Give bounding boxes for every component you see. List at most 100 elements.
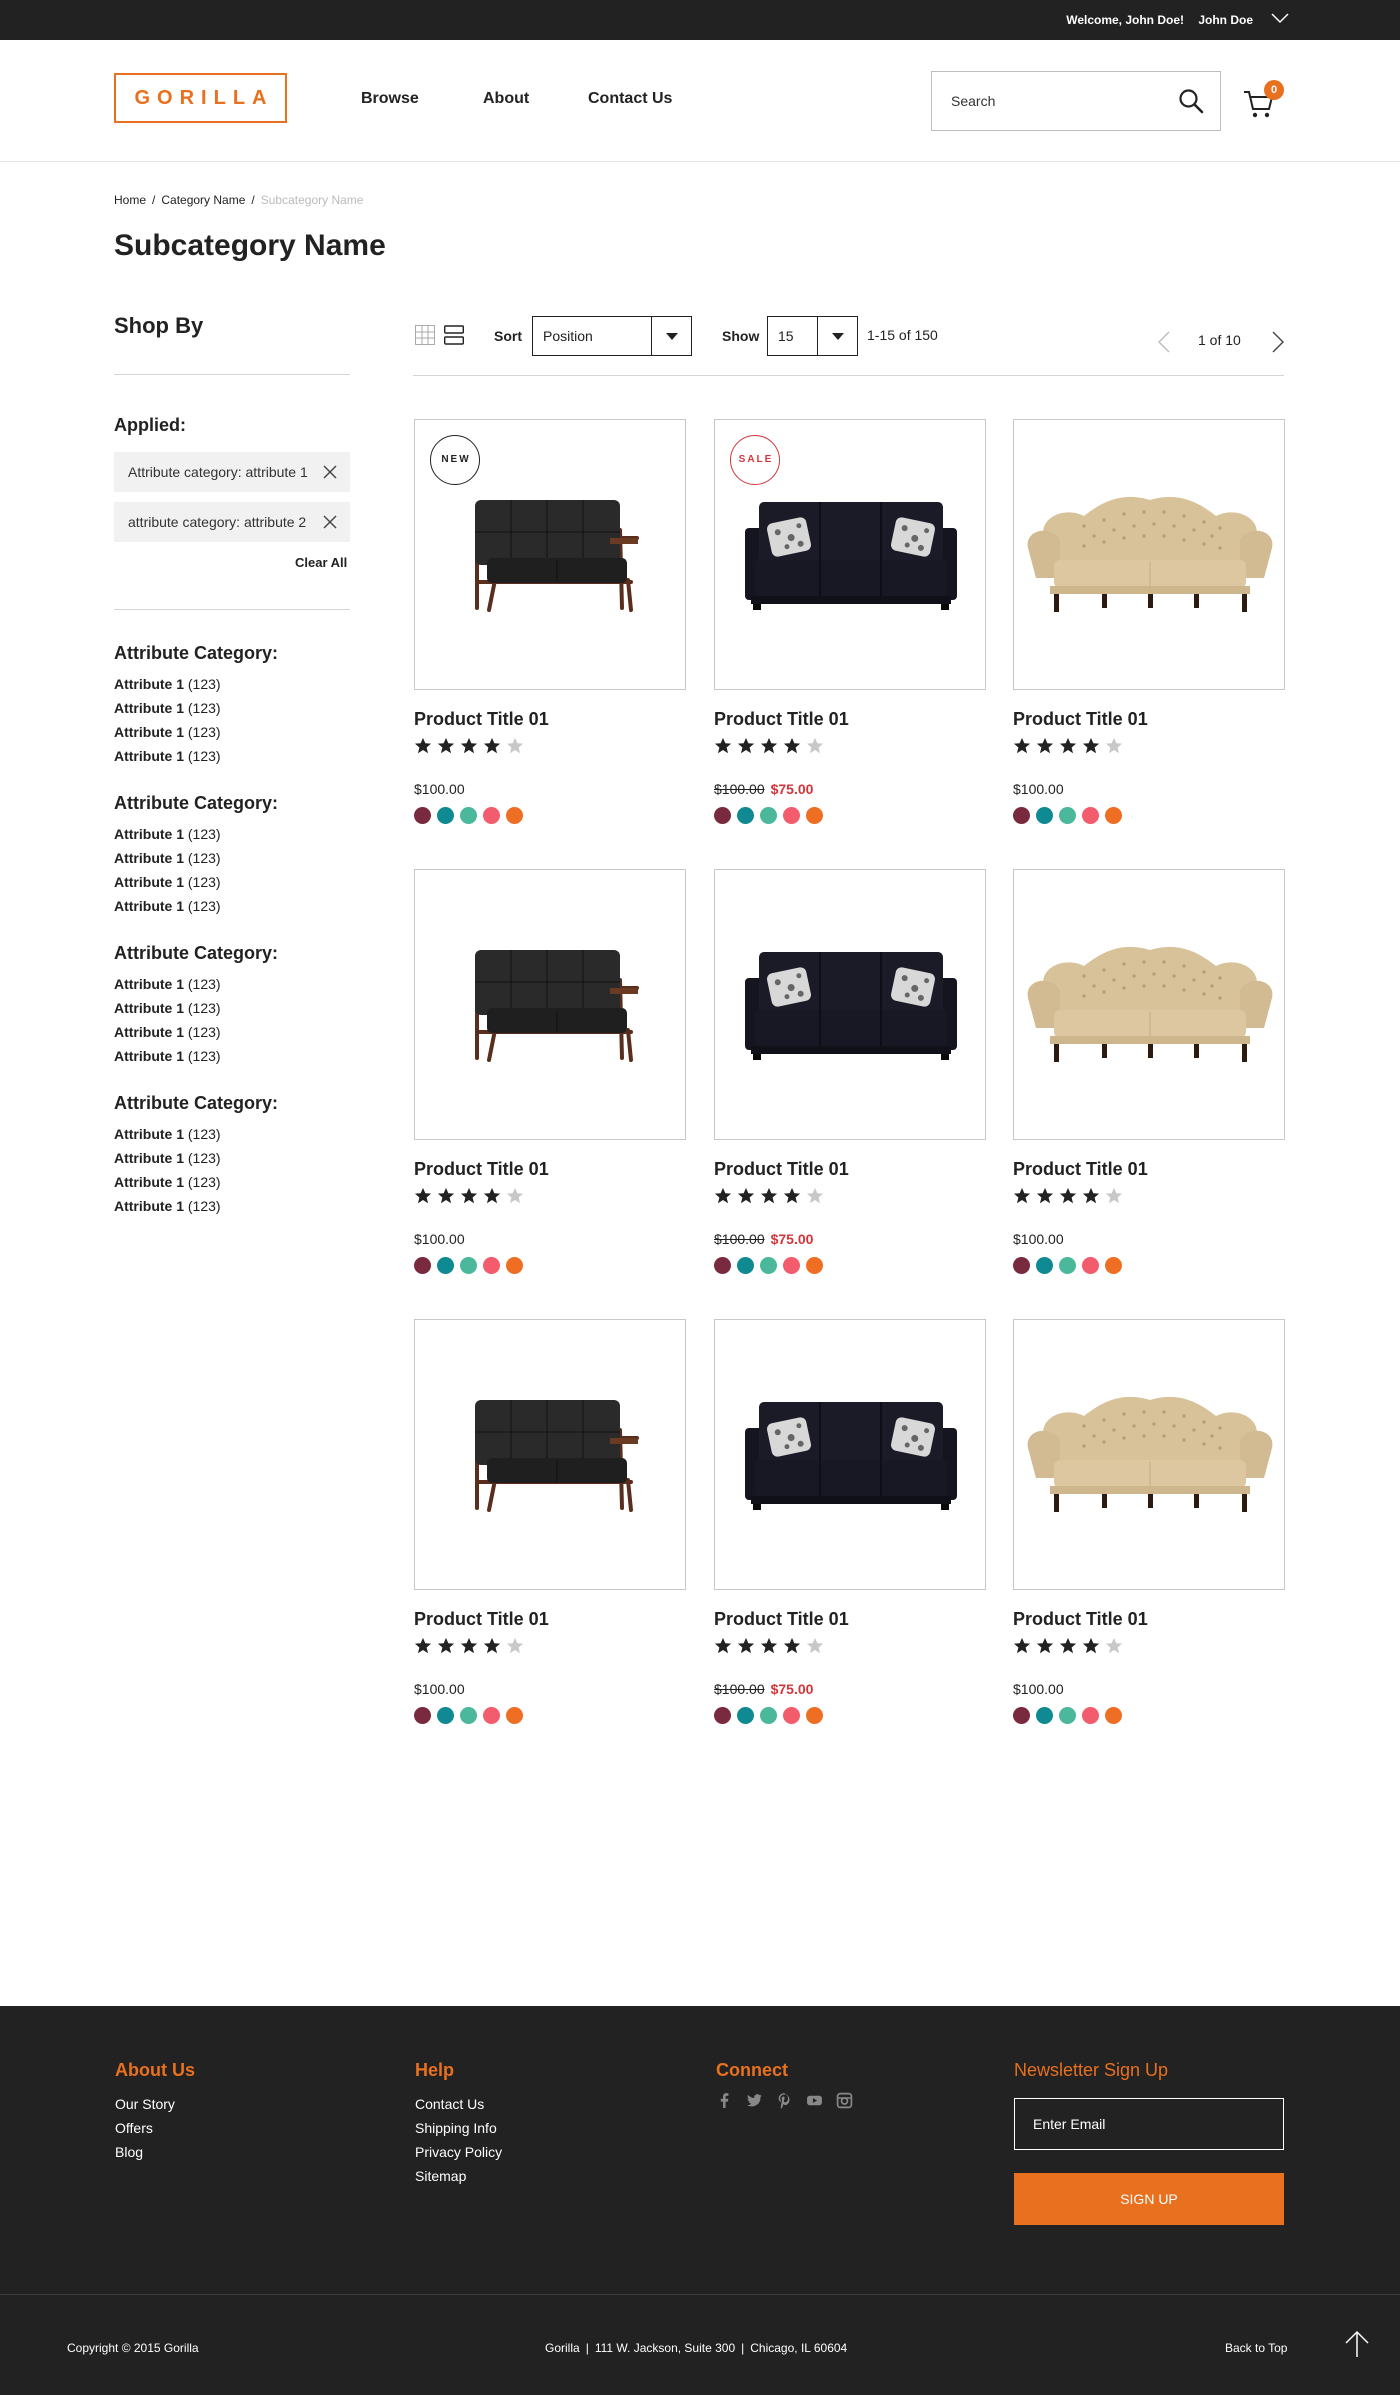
nav-contact-us[interactable]: Contact Us xyxy=(588,90,672,108)
color-swatch[interactable] xyxy=(1105,1257,1122,1274)
attribute-filter-option[interactable]: Attribute 1 (123) xyxy=(114,1194,350,1218)
color-swatch[interactable] xyxy=(460,1707,477,1724)
color-swatch[interactable] xyxy=(760,1707,777,1724)
color-swatch[interactable] xyxy=(414,1257,431,1274)
color-swatch[interactable] xyxy=(483,1707,500,1724)
footer-link-our-story[interactable]: Our Story xyxy=(115,2092,195,2116)
product-image[interactable] xyxy=(1013,869,1285,1140)
logo[interactable]: GORILLA xyxy=(114,73,287,123)
color-swatch[interactable] xyxy=(1036,807,1053,824)
product-card[interactable]: Product Title 01 $100.00 $75.00 xyxy=(714,869,986,1299)
color-swatch[interactable] xyxy=(1105,1707,1122,1724)
product-title[interactable]: Product Title 01 xyxy=(714,1159,849,1180)
close-icon[interactable] xyxy=(322,464,338,480)
list-view-icon[interactable] xyxy=(444,325,464,345)
color-swatch[interactable] xyxy=(714,1257,731,1274)
footer-link-shipping-info[interactable]: Shipping Info xyxy=(415,2116,502,2140)
color-swatch[interactable] xyxy=(414,1707,431,1724)
product-title[interactable]: Product Title 01 xyxy=(414,709,549,730)
color-swatch[interactable] xyxy=(783,1257,800,1274)
product-image[interactable] xyxy=(1013,419,1285,690)
product-title[interactable]: Product Title 01 xyxy=(1013,1159,1148,1180)
attribute-filter-option[interactable]: Attribute 1 (123) xyxy=(114,1122,350,1146)
color-swatch[interactable] xyxy=(483,1257,500,1274)
instagram-icon[interactable] xyxy=(836,2092,853,2109)
footer-link-sitemap[interactable]: Sitemap xyxy=(415,2164,502,2188)
color-swatch[interactable] xyxy=(506,1707,523,1724)
product-title[interactable]: Product Title 01 xyxy=(1013,709,1148,730)
clear-all-link[interactable]: Clear All xyxy=(295,555,347,570)
color-swatch[interactable] xyxy=(506,1257,523,1274)
color-swatch[interactable] xyxy=(1105,807,1122,824)
search-input[interactable] xyxy=(932,72,1162,130)
back-to-top-link[interactable]: Back to Top xyxy=(1225,2341,1287,2355)
breadcrumb-home[interactable]: Home xyxy=(114,193,146,207)
product-title[interactable]: Product Title 01 xyxy=(414,1159,549,1180)
attribute-filter-option[interactable]: Attribute 1 (123) xyxy=(114,1044,350,1068)
color-swatch[interactable] xyxy=(460,1257,477,1274)
product-image[interactable] xyxy=(714,1319,986,1590)
signup-button[interactable]: SIGN UP xyxy=(1014,2173,1284,2225)
attribute-filter-option[interactable]: Attribute 1 (123) xyxy=(114,846,350,870)
product-title[interactable]: Product Title 01 xyxy=(1013,1609,1148,1630)
product-card[interactable]: Product Title 01 $100.00 xyxy=(1013,869,1285,1299)
attribute-filter-option[interactable]: Attribute 1 (123) xyxy=(114,672,350,696)
twitter-icon[interactable] xyxy=(746,2092,763,2109)
color-swatch[interactable] xyxy=(1036,1707,1053,1724)
attribute-filter-option[interactable]: Attribute 1 (123) xyxy=(114,1170,350,1194)
product-image[interactable] xyxy=(714,869,986,1140)
color-swatch[interactable] xyxy=(737,1257,754,1274)
color-swatch[interactable] xyxy=(437,1707,454,1724)
product-title[interactable]: Product Title 01 xyxy=(714,709,849,730)
chevron-down-icon[interactable] xyxy=(1270,10,1290,26)
color-swatch[interactable] xyxy=(783,1707,800,1724)
attribute-filter-option[interactable]: Attribute 1 (123) xyxy=(114,744,350,768)
color-swatch[interactable] xyxy=(806,807,823,824)
color-swatch[interactable] xyxy=(1059,1707,1076,1724)
nav-about[interactable]: About xyxy=(483,90,529,108)
product-card[interactable]: Product Title 01 $100.00 xyxy=(1013,419,1285,849)
color-swatch[interactable] xyxy=(506,807,523,824)
color-swatch[interactable] xyxy=(806,1707,823,1724)
product-card[interactable]: Product Title 01 $100.00 xyxy=(414,869,686,1299)
attribute-filter-option[interactable]: Attribute 1 (123) xyxy=(114,720,350,744)
color-swatch[interactable] xyxy=(1013,807,1030,824)
attribute-filter-option[interactable]: Attribute 1 (123) xyxy=(114,1146,350,1170)
color-swatch[interactable] xyxy=(437,1257,454,1274)
search-icon[interactable] xyxy=(1178,88,1204,114)
chevron-right-icon[interactable] xyxy=(1271,330,1285,354)
product-card[interactable]: NEW Product Title 01 $100.00 xyxy=(414,419,686,849)
attribute-filter-option[interactable]: Attribute 1 (123) xyxy=(114,1020,350,1044)
product-image[interactable]: SALE xyxy=(714,419,986,690)
footer-link-offers[interactable]: Offers xyxy=(115,2116,195,2140)
color-swatch[interactable] xyxy=(1059,1257,1076,1274)
product-image[interactable] xyxy=(414,1319,686,1590)
pinterest-icon[interactable] xyxy=(776,2092,793,2109)
footer-link-contact-us[interactable]: Contact Us xyxy=(415,2092,502,2116)
color-swatch[interactable] xyxy=(714,807,731,824)
youtube-icon[interactable] xyxy=(806,2092,823,2109)
sort-select[interactable]: Position xyxy=(532,316,692,356)
color-swatch[interactable] xyxy=(1082,1707,1099,1724)
color-swatch[interactable] xyxy=(1013,1707,1030,1724)
color-swatch[interactable] xyxy=(437,807,454,824)
color-swatch[interactable] xyxy=(414,807,431,824)
color-swatch[interactable] xyxy=(783,807,800,824)
chevron-down-icon[interactable] xyxy=(817,317,857,355)
color-swatch[interactable] xyxy=(460,807,477,824)
attribute-filter-option[interactable]: Attribute 1 (123) xyxy=(114,870,350,894)
color-swatch[interactable] xyxy=(1013,1257,1030,1274)
color-swatch[interactable] xyxy=(483,807,500,824)
product-card[interactable]: Product Title 01 $100.00 xyxy=(1013,1319,1285,1749)
facebook-icon[interactable] xyxy=(716,2092,733,2109)
footer-link-blog[interactable]: Blog xyxy=(115,2140,195,2164)
product-card[interactable]: SALE Product Title 01 $100.00 $75.00 xyxy=(714,419,986,849)
attribute-filter-option[interactable]: Attribute 1 (123) xyxy=(114,894,350,918)
product-title[interactable]: Product Title 01 xyxy=(714,1609,849,1630)
user-menu-label[interactable]: John Doe xyxy=(1198,13,1253,27)
color-swatch[interactable] xyxy=(737,1707,754,1724)
close-icon[interactable] xyxy=(322,514,338,530)
color-swatch[interactable] xyxy=(714,1707,731,1724)
chevron-down-icon[interactable] xyxy=(651,317,691,355)
color-swatch[interactable] xyxy=(1036,1257,1053,1274)
